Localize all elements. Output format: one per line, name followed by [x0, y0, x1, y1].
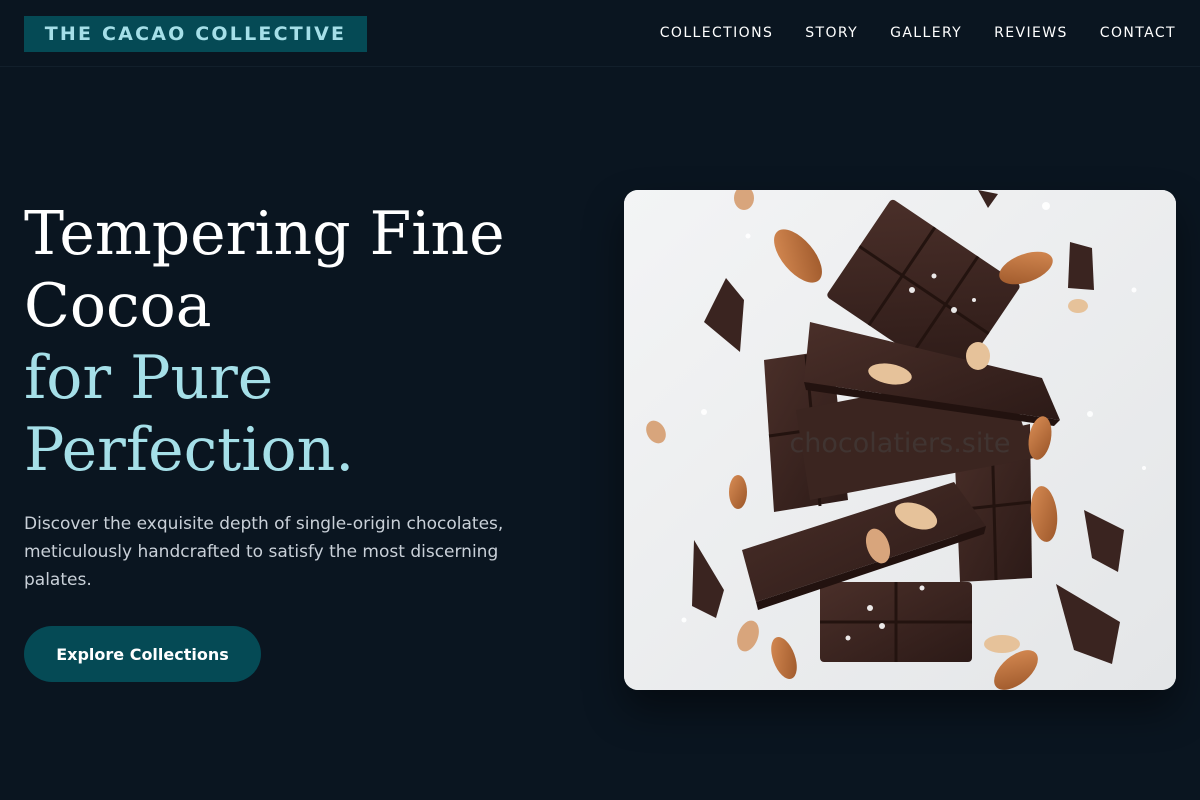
nav-link-contact[interactable]: CONTACT — [1100, 23, 1176, 43]
chocolate-illustration — [624, 190, 1176, 690]
main-nav: COLLECTIONS STORY GALLERY REVIEWS CONTAC… — [660, 23, 1176, 43]
hero-title-accent-line-1: for Pure — [24, 343, 274, 413]
hero-title-line-2: Cocoa — [24, 271, 212, 341]
nav-link-reviews[interactable]: REVIEWS — [994, 23, 1068, 43]
nav-link-collections[interactable]: COLLECTIONS — [660, 23, 773, 43]
top-nav-bar: THE CACAO COLLECTIVE COLLECTIONS STORY G… — [0, 0, 1200, 67]
nav-link-story[interactable]: STORY — [805, 23, 858, 43]
hero-title: Tempering Fine Cocoa for Pure Perfection… — [24, 198, 584, 486]
nav-link-gallery[interactable]: GALLERY — [890, 23, 962, 43]
hero-title-accent-line-2: Perfection. — [24, 415, 355, 485]
explore-collections-button[interactable]: Explore Collections — [24, 626, 261, 682]
hero-title-line-1: Tempering Fine — [24, 199, 505, 269]
hero-chocolate-image: chocolatiers.site — [624, 190, 1176, 690]
chocolate-bar-bottom — [820, 582, 972, 662]
hero-description: Discover the exquisite depth of single-o… — [24, 514, 504, 590]
brand-logo[interactable]: THE CACAO COLLECTIVE — [24, 16, 367, 52]
